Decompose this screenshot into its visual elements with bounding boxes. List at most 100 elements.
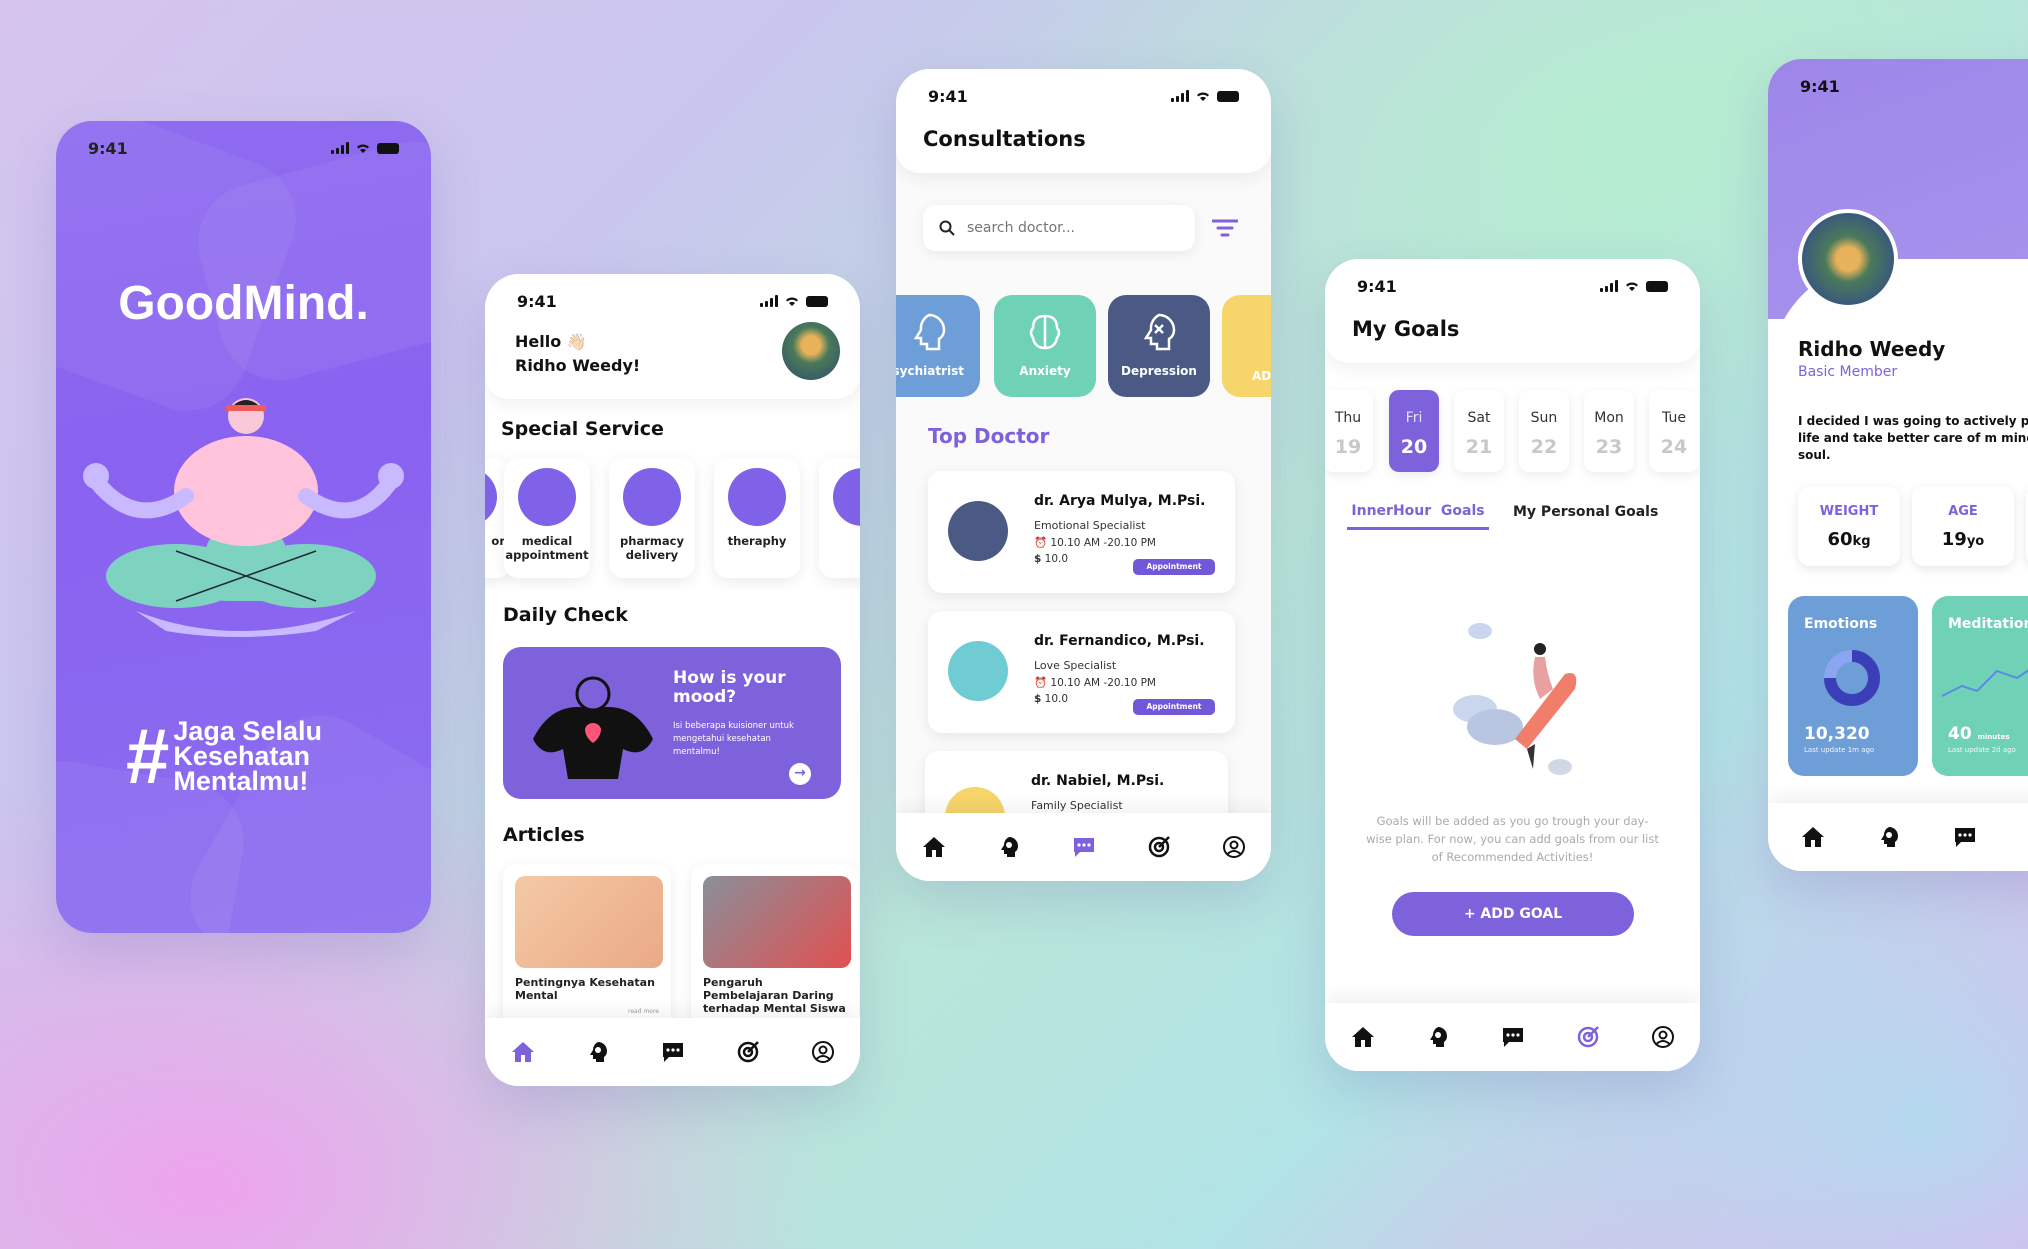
emotions-updated: Last update 1m ago: [1804, 746, 1875, 754]
weight-value: 60: [1827, 529, 1853, 550]
meditation-label: Meditation: [1948, 616, 2028, 632]
chat-icon[interactable]: [1069, 832, 1099, 862]
category-label: AD: [1252, 369, 1271, 383]
tagline-line-3: Mentalmu!: [173, 766, 309, 796]
chat-icon[interactable]: [1950, 822, 1980, 852]
profile-icon[interactable]: [1648, 1022, 1678, 1052]
meditation-card[interactable]: Meditation 40 minutes Last update 2d ago: [1932, 596, 2028, 776]
doctor-name: dr. Fernandico, M.Psi.: [1034, 633, 1205, 649]
emotions-label: Emotions: [1804, 616, 1878, 632]
tab-innerhour-goals[interactable]: InnerHour Goals: [1347, 503, 1489, 530]
service-theraphy[interactable]: theraphy: [714, 458, 800, 578]
goal-icon[interactable]: [1144, 832, 1174, 862]
article-card[interactable]: Pentingnya Kesehatan Mental read more: [503, 864, 671, 1034]
goals-screen: 9:41 My Goals Thu 19 Fri 20 Sat 21 Sun 22 Mo…: [1325, 259, 1700, 1071]
greeting: Hello 👋🏻 Ridho Weedy!: [515, 330, 640, 378]
home-icon[interactable]: [1348, 1022, 1378, 1052]
clock-icon: ⏰: [1034, 677, 1048, 689]
mood-card[interactable]: How is your mood? Isi beberapa kuisioner…: [503, 647, 841, 799]
category-depression[interactable]: Depression: [1108, 295, 1210, 397]
chat-icon[interactable]: [658, 1037, 688, 1067]
service-pharmacy-delivery[interactable]: pharmacy delivery: [609, 458, 695, 578]
status-time: 9:41: [88, 138, 128, 158]
article-title: Pengaruh Pembelajaran Daring terhadap Me…: [703, 976, 846, 1015]
arrow-right-icon[interactable]: →: [789, 763, 811, 785]
goal-icon[interactable]: [1573, 1022, 1603, 1052]
home-icon[interactable]: [1798, 822, 1828, 852]
day-date: 19: [1334, 436, 1362, 458]
service-card-partial[interactable]: [819, 458, 860, 578]
doctor-card[interactable]: dr. Arya Mulya, M.Psi. Emotional Special…: [928, 471, 1235, 593]
status-time: 9:41: [517, 291, 557, 311]
doctor-price: $ 10.0: [1034, 693, 1068, 705]
doctor-avatar: [948, 501, 1008, 561]
service-medical-appointment[interactable]: medical appointment: [504, 458, 590, 578]
service-label: pharmacy delivery: [620, 534, 684, 562]
avatar[interactable]: [782, 322, 840, 380]
category-anxiety[interactable]: Anxiety: [994, 295, 1096, 397]
status-bar: 9:41: [485, 274, 860, 328]
day-mon[interactable]: Mon 23: [1584, 390, 1634, 472]
profile-icon[interactable]: [808, 1037, 838, 1067]
status-bar: 9:41: [1325, 259, 1700, 313]
search-icon: [939, 220, 955, 236]
search-input[interactable]: [967, 220, 1167, 236]
day-thu[interactable]: Thu 19: [1325, 390, 1373, 472]
profile-icon[interactable]: [1219, 832, 1249, 862]
doctor-card[interactable]: dr. Fernandico, M.Psi. Love Specialist ⏰…: [928, 611, 1235, 733]
category-partial[interactable]: AD: [1222, 295, 1271, 397]
therapy-icon: [728, 468, 786, 526]
home-screen: 9:41 Hello 👋🏻 Ridho Weedy! Special Servi…: [485, 274, 860, 1086]
profile-bio: I decided I was going to actively persu …: [1798, 414, 2028, 462]
goal-icon[interactable]: [733, 1037, 763, 1067]
category-label: Psychiatrist: [896, 364, 964, 378]
day-fri[interactable]: Fri 20: [1389, 390, 1439, 472]
add-goal-button[interactable]: + ADD GOAL: [1392, 892, 1634, 936]
day-name: Mon: [1594, 410, 1624, 426]
article-card[interactable]: Pengaruh Pembelajaran Daring terhadap Me…: [691, 864, 859, 1034]
appointment-button[interactable]: Appointment: [1133, 699, 1215, 715]
day-sun[interactable]: Sun 22: [1519, 390, 1569, 472]
profile-screen: 9:41 Ridho Weedy Basic Member I decided …: [1768, 59, 2028, 871]
doctor-price-value: 10.0: [1044, 693, 1069, 705]
status-icons: [1600, 280, 1668, 292]
articles-title: Articles: [503, 824, 585, 846]
tab-personal-goals[interactable]: My Personal Goals: [1513, 504, 1658, 520]
doctor-specialty: Love Specialist: [1034, 659, 1117, 672]
read-more-link[interactable]: read more: [515, 1008, 659, 1015]
day-tue[interactable]: Tue 24: [1649, 390, 1699, 472]
day-name: Fri: [1405, 410, 1423, 426]
day-sat[interactable]: Sat 21: [1454, 390, 1504, 472]
service-label: medical appointment: [505, 534, 589, 562]
dollar-icon: $: [1034, 693, 1042, 705]
bottom-nav: [1325, 1003, 1700, 1071]
age-value: 19: [1941, 529, 1967, 550]
service-icon: [833, 468, 860, 526]
article-image: [515, 876, 663, 968]
profile-avatar[interactable]: [1798, 209, 1898, 309]
day-name: Sat: [1467, 410, 1491, 426]
chat-icon[interactable]: [1498, 1022, 1528, 1052]
mind-icon[interactable]: [1423, 1022, 1453, 1052]
day-name: Sun: [1530, 410, 1558, 426]
home-icon[interactable]: [508, 1037, 538, 1067]
search-bar[interactable]: [923, 205, 1195, 251]
status-bar: 9:41: [1768, 59, 2028, 113]
signal-icon: [760, 295, 778, 307]
mind-icon[interactable]: [1874, 822, 1904, 852]
appointment-button[interactable]: Appointment: [1133, 559, 1215, 575]
clock-icon: ⏰: [1034, 537, 1048, 549]
tagline-text: Jaga Selalu Kesehatan Mentalmu!: [173, 718, 322, 796]
home-icon[interactable]: [919, 832, 949, 862]
page-title: Consultations: [923, 127, 1086, 151]
emotions-card[interactable]: Emotions 10,320 Last update 1m ago: [1788, 596, 1918, 776]
day-date: 24: [1660, 436, 1688, 458]
filter-icon[interactable]: [1212, 219, 1238, 237]
status-icons: [331, 142, 399, 154]
splash-screen: 9:41 GoodMind. # Jaga Selalu Kesehatan M…: [56, 121, 431, 933]
battery-icon: [1646, 280, 1668, 292]
mind-icon[interactable]: [994, 832, 1024, 862]
category-psychiatrist[interactable]: Psychiatrist: [896, 295, 980, 397]
app-logo-title: GoodMind.: [118, 277, 369, 330]
mind-icon[interactable]: [583, 1037, 613, 1067]
